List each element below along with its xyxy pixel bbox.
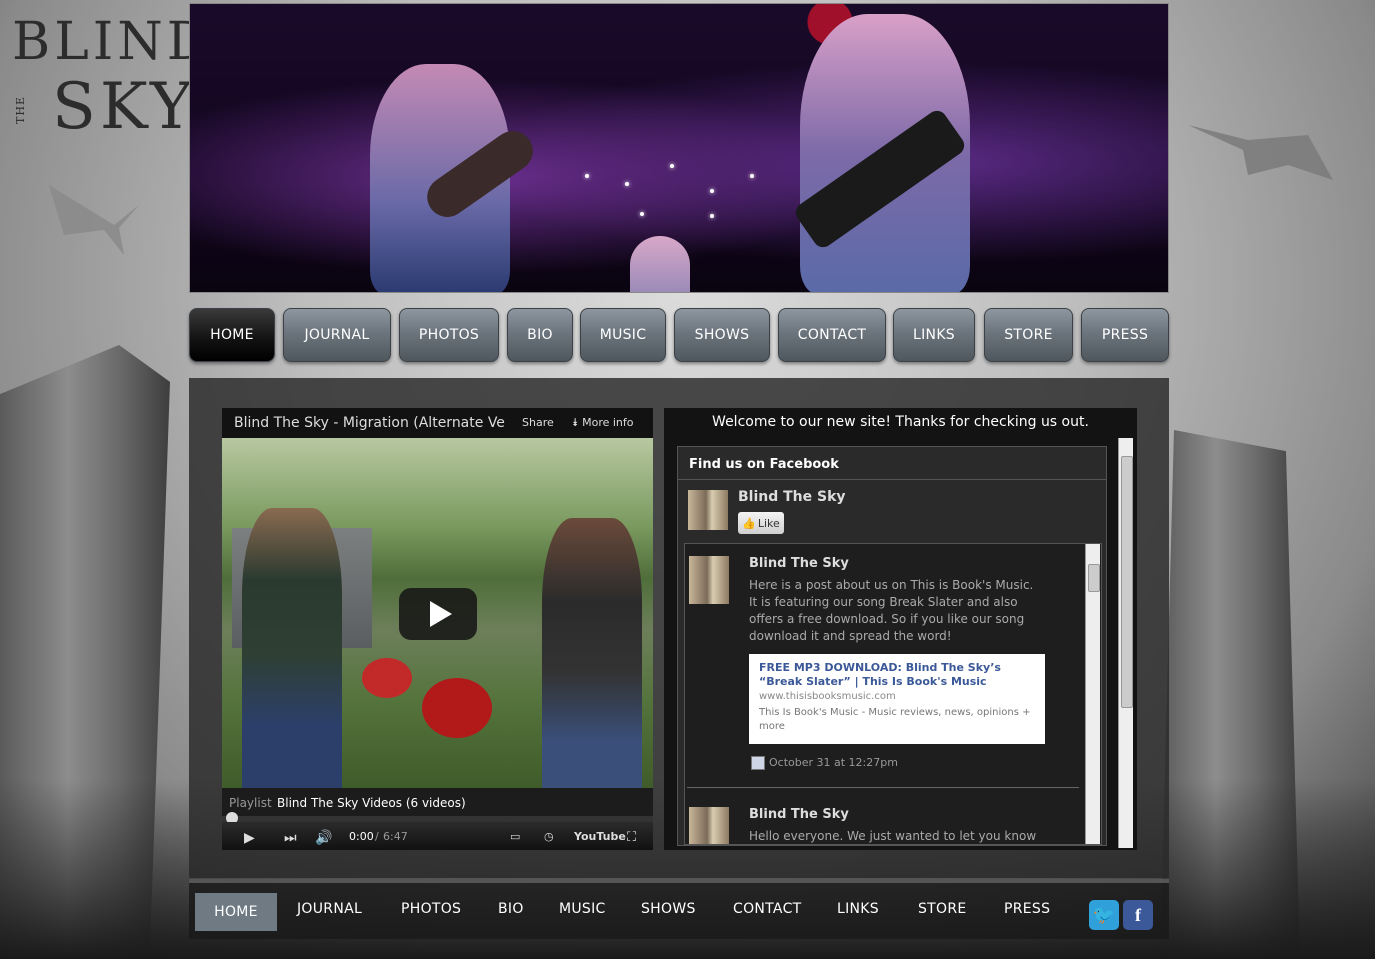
shared-link-icon [751, 756, 765, 770]
facebook-panel: Welcome to our new site! Thanks for chec… [664, 408, 1137, 850]
watch-later-icon[interactable]: ▭ [510, 830, 520, 843]
welcome-message: Welcome to our new site! Thanks for chec… [712, 414, 1089, 430]
post-avatar[interactable] [689, 556, 729, 604]
post-text: Here is a post about us on This is Book'… [749, 578, 1034, 643]
footer-nav-links[interactable]: LINKS [837, 901, 879, 917]
footer-nav-bio[interactable]: BIO [498, 901, 524, 917]
play-icon[interactable]: ▶ [244, 830, 255, 846]
stage-light [625, 182, 629, 186]
header-banner-photo [189, 3, 1169, 293]
stream-scrollbar[interactable] [1085, 544, 1100, 844]
video-guitarist-left [242, 508, 342, 798]
video-time-total: 6:47 [383, 830, 408, 843]
post-avatar[interactable] [689, 807, 729, 844]
post-author[interactable]: Blind The Sky [749, 807, 849, 822]
footer-nav-press[interactable]: PRESS [1004, 901, 1050, 917]
facebook-box-header[interactable]: Find us on Facebook [678, 447, 1106, 480]
stage-light [585, 174, 589, 178]
youtube-logo-icon[interactable]: YouTube [574, 830, 626, 843]
like-label: Like [757, 516, 780, 530]
video-more-info-label: More info [582, 416, 634, 429]
facebook-post-stream[interactable]: Blind The Sky Here is a post about us on… [684, 543, 1102, 845]
next-icon[interactable]: ⏭ [284, 830, 297, 846]
post-divider [687, 787, 1079, 788]
stream-scrollbar-thumb[interactable] [1088, 564, 1100, 592]
youtube-video-player[interactable]: Blind The Sky - Migration (Alternate Ve … [222, 408, 653, 850]
post-text: Hello everyone. We just wanted to let yo… [749, 829, 1037, 843]
nav-shows[interactable]: SHOWS [674, 308, 770, 362]
video-title[interactable]: Blind The Sky - Migration (Alternate Ve [234, 415, 509, 431]
footer-nav: HOME JOURNAL PHOTOS BIO MUSIC SHOWS CONT… [189, 879, 1169, 939]
facebook-page-name[interactable]: Blind The Sky [738, 489, 846, 505]
panel-scrollbar[interactable] [1118, 438, 1133, 848]
facebook-like-button[interactable]: 👍 Like [738, 512, 784, 534]
video-guitarist-right [542, 518, 642, 798]
stage-light [640, 212, 644, 216]
video-time-separator: / [375, 830, 379, 843]
flying-fish-right-decoration [1188, 120, 1338, 190]
nav-contact[interactable]: CONTACT [778, 308, 886, 362]
nav-press[interactable]: PRESS [1081, 308, 1169, 362]
link-description: This Is Book's Music - Music reviews, ne… [759, 707, 1031, 732]
post-author[interactable]: Blind The Sky [749, 556, 849, 571]
footer-nav-shows[interactable]: SHOWS [641, 901, 696, 917]
nav-journal[interactable]: JOURNAL [283, 308, 391, 362]
video-more-info-button[interactable]: ⯯ More info [572, 416, 634, 430]
logo-word-sky: SKY [52, 70, 197, 144]
flying-fish-left-decoration [44, 180, 144, 260]
clock-icon[interactable]: ◷ [544, 830, 554, 843]
nav-home[interactable]: HOME [189, 308, 275, 362]
stage-light [710, 189, 714, 193]
play-button-icon[interactable] [399, 588, 477, 640]
site-logo[interactable]: BLIND THE SKY [10, 12, 208, 144]
link-url: www.thisisbooksmusic.com [759, 691, 896, 702]
nav-store[interactable]: STORE [984, 308, 1073, 362]
facebook-like-box: Find us on Facebook Blind The Sky 👍 Like… [677, 446, 1107, 846]
footer-nav-contact[interactable]: CONTACT [733, 901, 802, 917]
footer-nav-home[interactable]: HOME [195, 893, 277, 931]
video-time-current: 0:00 [349, 830, 374, 843]
stage-light [710, 214, 714, 218]
stage-light [750, 174, 754, 178]
logo-word-the: THE [14, 96, 27, 124]
video-titlebar: Blind The Sky - Migration (Alternate Ve … [222, 408, 653, 438]
logo-word-blind: BLIND [12, 12, 213, 72]
footer-nav-photos[interactable]: PHOTOS [401, 901, 461, 917]
thumbs-up-icon: 👍 [742, 516, 756, 530]
nav-bio[interactable]: BIO [507, 308, 573, 362]
video-playlist-bar[interactable]: Playlist Blind The Sky Videos (6 videos) [222, 788, 653, 816]
footer-nav-music[interactable]: MUSIC [559, 901, 606, 917]
post-date[interactable]: October 31 at 12:27pm [769, 756, 898, 769]
footer-nav-journal[interactable]: JOURNAL [297, 901, 362, 917]
playlist-label: Playlist [229, 796, 272, 810]
nav-links[interactable]: LINKS [893, 308, 975, 362]
playlist-name: Blind The Sky Videos (6 videos) [277, 796, 466, 810]
twitter-icon[interactable]: 🐦 [1089, 900, 1119, 930]
fullscreen-icon[interactable]: ⛶ [627, 830, 636, 845]
facebook-icon[interactable]: f [1123, 900, 1153, 930]
video-controls: ▶ ⏭ 🔊 0:00 / 6:47 ▭ ◷ YouTube ⛶ [222, 822, 653, 850]
link-title[interactable]: FREE MP3 DOWNLOAD: Blind The Sky’s “Brea… [759, 661, 1035, 689]
video-drum [422, 678, 492, 738]
stage-light [670, 164, 674, 168]
facebook-page-avatar[interactable] [688, 490, 728, 530]
video-share-button[interactable]: Share [522, 416, 554, 429]
post-link-card[interactable]: FREE MP3 DOWNLOAD: Blind The Sky’s “Brea… [749, 654, 1045, 744]
nav-music[interactable]: MUSIC [580, 308, 666, 362]
video-drum [362, 658, 412, 698]
footer-nav-store[interactable]: STORE [918, 901, 967, 917]
volume-icon[interactable]: 🔊 [315, 830, 332, 846]
banner-drummer [630, 236, 690, 292]
nav-photos[interactable]: PHOTOS [399, 308, 499, 362]
panel-scrollbar-thumb[interactable] [1121, 456, 1133, 708]
